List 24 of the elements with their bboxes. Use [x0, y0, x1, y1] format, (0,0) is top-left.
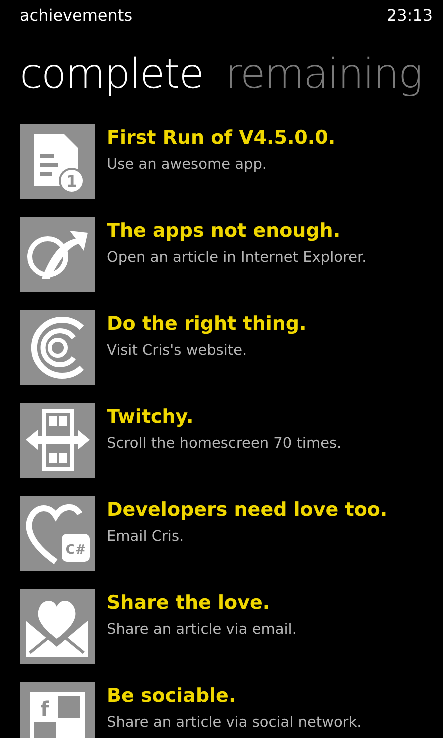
heart-code-icon: C#: [20, 496, 95, 571]
scroll-icon: [20, 403, 95, 478]
social-icon: f: [20, 682, 95, 738]
achievement-description: Share an article via email.: [107, 621, 297, 640]
achievement-title: Developers need love too.: [107, 498, 388, 522]
achievement-title: Twitchy.: [107, 405, 195, 429]
document-icon: 1: [20, 124, 95, 199]
heart-envelope-icon: [20, 589, 95, 664]
pivot-header[interactable]: remaining: [226, 50, 422, 98]
circles-icon: [20, 310, 95, 385]
achievement-title: Do the right thing.: [107, 312, 307, 336]
achievement-title: The apps not enough.: [107, 219, 342, 243]
achievement-description: Open an article in Internet Explorer.: [107, 249, 367, 268]
clock: 23:13: [386, 5, 433, 27]
achievement-description: Use an awesome app.: [107, 156, 268, 175]
achievement-description: Scroll the homescreen 70 times.: [107, 435, 342, 454]
achievement-title: Share the love.: [107, 591, 272, 615]
pivot-header[interactable]: complete: [20, 50, 204, 98]
app-title: achievements: [20, 5, 133, 27]
achievement-title: First Run of V4.5.0.0.: [107, 126, 336, 150]
achievement-description: Email Cris.: [107, 528, 186, 547]
achievement-title: Be sociable.: [107, 684, 238, 708]
achievement-description: Share an article via social network.: [107, 714, 362, 733]
achievement-description: Visit Cris's website.: [107, 342, 248, 361]
